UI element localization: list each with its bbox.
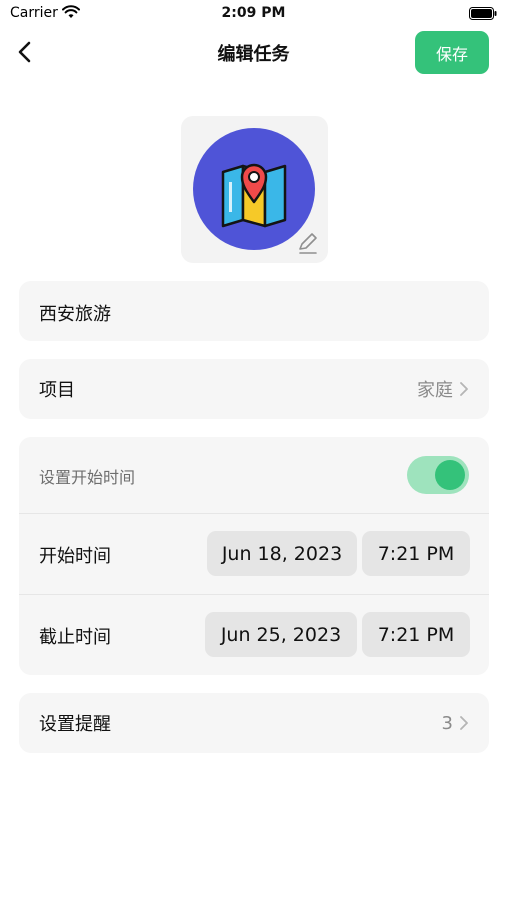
project-value: 家庭 — [417, 380, 453, 401]
nav-bar: 编辑任务 保存 — [0, 30, 507, 76]
task-name-field[interactable]: 西安旅游 — [19, 281, 489, 341]
end-time-picker[interactable]: 7:21 PM — [362, 612, 470, 657]
edit-pencil-icon[interactable] — [296, 231, 320, 255]
status-bar: Carrier 2:09 PM — [0, 0, 507, 30]
save-button[interactable]: 保存 — [415, 31, 489, 74]
end-time-row: 截止时间 Jun 25, 2023 7:21 PM — [19, 595, 489, 675]
reminder-row[interactable]: 设置提醒 3 — [19, 693, 489, 753]
project-row[interactable]: 项目 家庭 — [19, 359, 489, 419]
start-date-picker[interactable]: Jun 18, 2023 — [207, 531, 357, 576]
battery-icon — [469, 7, 497, 20]
reminder-label: 设置提醒 — [39, 714, 111, 735]
reminder-count: 3 — [441, 712, 453, 734]
start-time-toggle-label: 设置开始时间 — [39, 468, 136, 487]
start-time-toggle[interactable] — [407, 456, 469, 494]
task-name-text[interactable]: 西安旅游 — [39, 300, 111, 326]
reminder-value-group: 3 — [442, 713, 469, 734]
end-time-label: 截止时间 — [39, 627, 111, 648]
project-value-group: 家庭 — [417, 376, 469, 402]
chevron-right-icon — [460, 382, 468, 396]
start-time-label: 开始时间 — [39, 546, 111, 567]
chevron-right-icon — [460, 716, 468, 730]
toggle-knob — [435, 460, 465, 490]
task-icon-picker[interactable] — [181, 116, 328, 263]
start-time-picker[interactable]: 7:21 PM — [362, 531, 470, 576]
status-time: 2:09 PM — [221, 5, 286, 21]
start-time-row: 开始时间 Jun 18, 2023 7:21 PM — [19, 514, 489, 595]
start-time-toggle-row: 设置开始时间 — [19, 437, 489, 514]
end-date-picker[interactable]: Jun 25, 2023 — [205, 612, 357, 657]
project-label: 项目 — [39, 380, 75, 401]
time-settings-card: 设置开始时间 开始时间 Jun 18, 2023 7:21 PM 截止时间 Ju… — [19, 437, 489, 675]
